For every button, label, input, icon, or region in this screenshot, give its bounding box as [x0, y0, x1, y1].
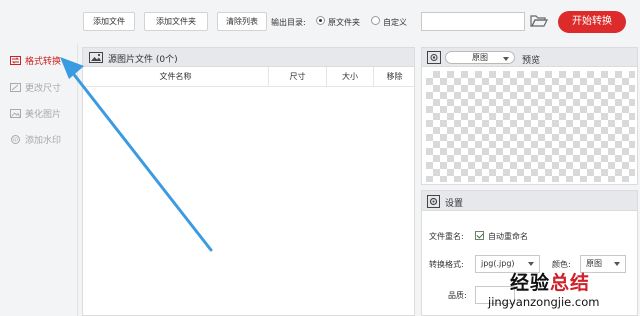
chevron-down-icon	[614, 262, 620, 266]
column-header-size[interactable]: 大小	[327, 67, 374, 87]
output-path-input[interactable]	[421, 12, 525, 31]
add-file-button[interactable]: 添加文件	[83, 12, 135, 31]
image-icon	[89, 52, 103, 63]
folder-open-icon[interactable]	[530, 14, 548, 28]
format-value: jpg(.jpg)	[481, 259, 515, 268]
auto-rename-checkbox[interactable]	[475, 231, 484, 240]
preview-mode-value: 原图	[472, 53, 488, 62]
watermark-title-suffix: 总结	[550, 272, 591, 294]
radio-custom[interactable]	[371, 16, 380, 25]
file-panel-header: 源图片文件 (0个)	[83, 48, 414, 67]
column-header-dimensions[interactable]: 尺寸	[269, 67, 327, 87]
watermark-url: jingyanzongjie.com	[488, 295, 600, 309]
add-folder-button[interactable]: 添加文件夹	[144, 12, 208, 31]
file-panel-title: 源图片文件 (0个)	[108, 55, 178, 65]
color-value: 原图	[586, 259, 602, 268]
sidebar-item-label: 添加水印	[25, 136, 62, 146]
preview-canvas	[426, 71, 635, 182]
settings-title: 设置	[445, 199, 464, 209]
source-file-panel: 源图片文件 (0个) 文件名称 尺寸 大小 移除	[82, 47, 415, 316]
preview-header: 原图 预览	[422, 48, 637, 67]
preview-toggle-icon[interactable]	[427, 51, 441, 64]
quality-label: 品质:	[448, 291, 467, 300]
radio-source-folder[interactable]	[316, 16, 325, 25]
preview-panel: 原图 预览	[421, 47, 638, 185]
chevron-down-icon	[503, 57, 509, 61]
sidebar-item-label: 更改尺寸	[25, 84, 62, 94]
watermark-title-prefix: 经验	[510, 272, 551, 294]
auto-rename-label: 自动重命名	[488, 232, 528, 241]
radio-custom-label: 自定义	[383, 18, 407, 27]
sidebar-item-label: 美化图片	[25, 110, 62, 120]
convert-icon	[10, 56, 21, 65]
preview-mode-select[interactable]: 原图	[445, 51, 515, 64]
sidebar: 格式转换 更改尺寸 美化图片 印 添加水印	[0, 44, 78, 316]
resize-icon	[10, 83, 21, 92]
format-label: 转换格式:	[429, 260, 464, 269]
column-header-name[interactable]: 文件名称	[83, 67, 269, 87]
rename-label: 文件重名:	[429, 232, 464, 241]
sidebar-item-label: 格式转换	[25, 57, 62, 67]
watermark-icon: 印	[11, 135, 20, 144]
chevron-down-icon	[528, 262, 534, 266]
svg-text:印: 印	[13, 136, 18, 143]
output-dir-label: 输出目录:	[271, 18, 306, 27]
gear-icon	[427, 195, 440, 208]
site-watermark: 经验总结 jingyanzongjie.com	[488, 268, 638, 314]
watermark-title: 经验总结	[510, 268, 590, 295]
file-table-header: 文件名称 尺寸 大小 移除	[83, 67, 414, 87]
beautify-icon	[10, 109, 21, 118]
top-toolbar: 添加文件 添加文件夹 清除列表 输出目录: 原文件夹 自定义 开始转换	[78, 0, 640, 44]
column-header-remove[interactable]: 移除	[374, 67, 415, 87]
clear-list-button[interactable]: 清除列表	[217, 12, 267, 31]
start-convert-button[interactable]: 开始转换	[558, 11, 626, 33]
settings-header: 设置	[422, 191, 637, 211]
preview-label: 预览	[522, 56, 541, 66]
radio-source-folder-label: 原文件夹	[328, 18, 360, 27]
